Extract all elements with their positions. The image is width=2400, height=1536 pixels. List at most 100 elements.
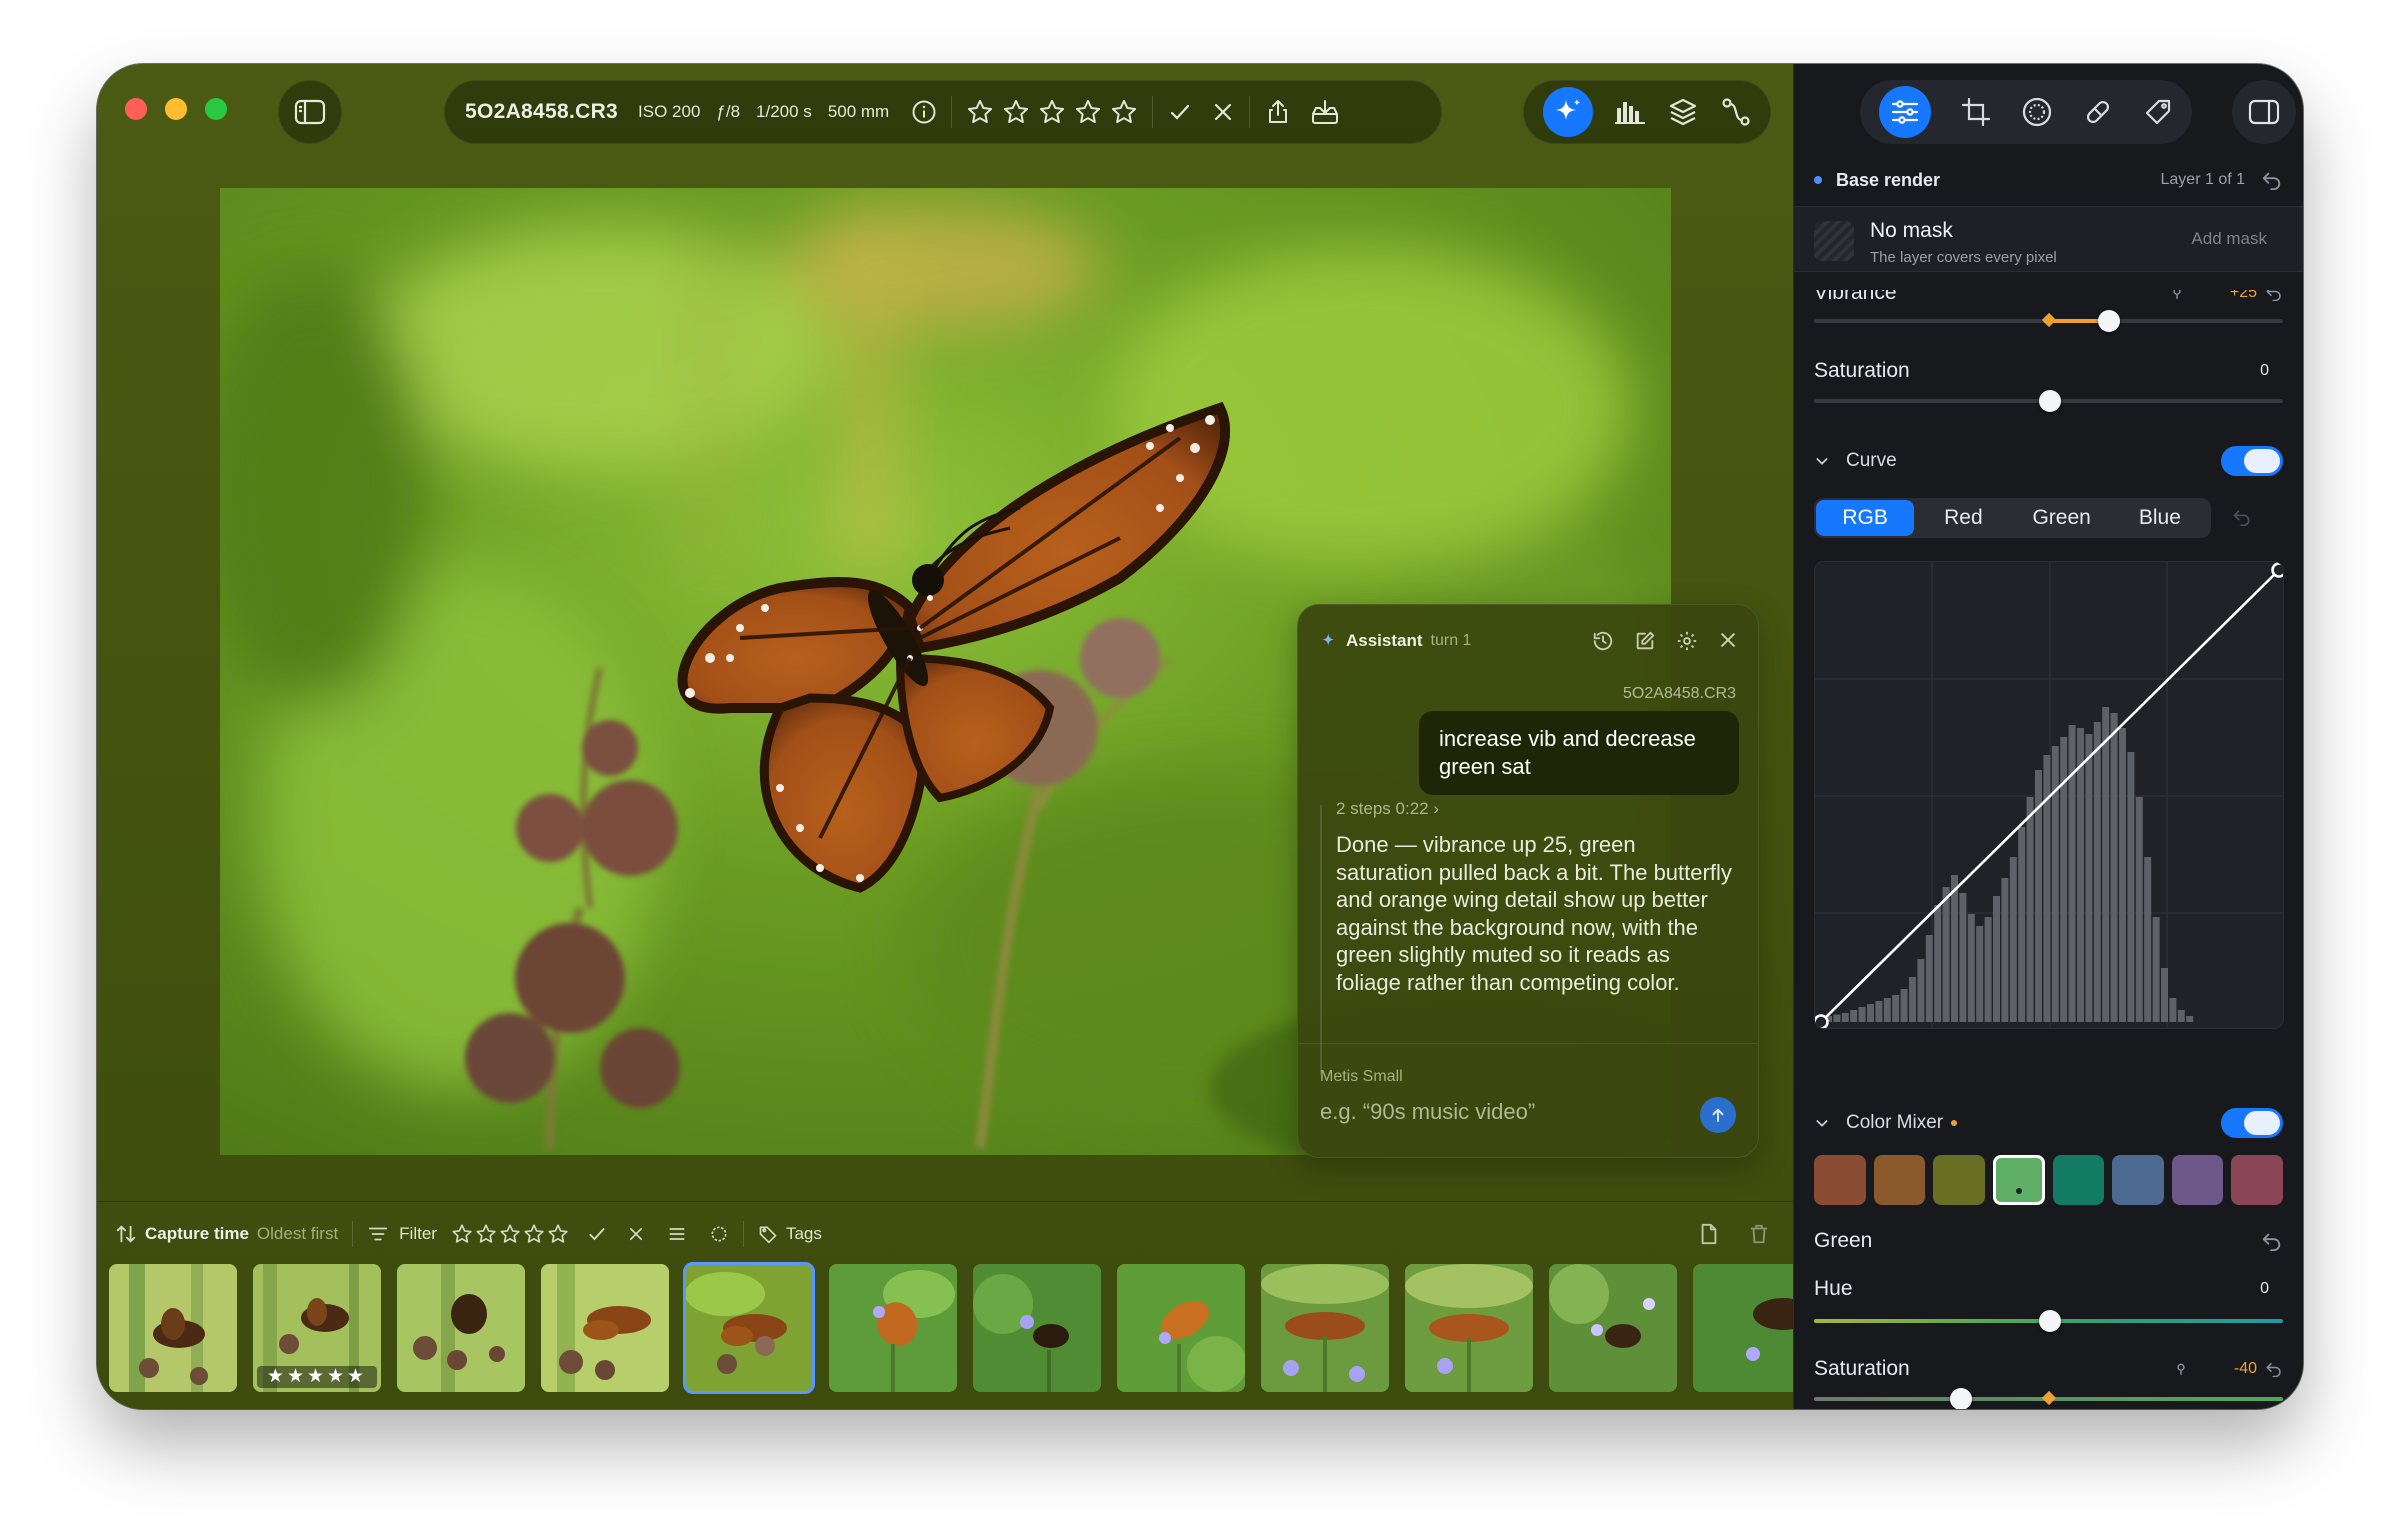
model-selector[interactable]: Metis Small xyxy=(1320,1068,1403,1086)
reset-icon[interactable] xyxy=(2265,285,2283,301)
prompt-input[interactable]: e.g. “90s music video” xyxy=(1320,1099,1535,1125)
filter-icon[interactable] xyxy=(367,1224,389,1244)
filmstrip-thumbnail[interactable] xyxy=(829,1264,957,1392)
filmstrip-thumbnail[interactable] xyxy=(1261,1264,1389,1392)
adjustments-tool-button[interactable] xyxy=(1879,86,1931,138)
share-icon[interactable] xyxy=(1264,98,1292,126)
star-icon[interactable] xyxy=(1002,98,1030,126)
star-icon[interactable] xyxy=(499,1223,521,1245)
sort-field[interactable]: Capture time xyxy=(145,1224,249,1244)
filmstrip-thumbnail[interactable] xyxy=(109,1264,237,1392)
pick-check-icon[interactable] xyxy=(587,1224,607,1244)
crop-icon[interactable] xyxy=(1961,97,1991,127)
filmstrip-thumbnail[interactable] xyxy=(397,1264,525,1392)
tag-icon[interactable] xyxy=(758,1224,778,1244)
star-icon[interactable] xyxy=(475,1223,497,1245)
reject-x-icon[interactable] xyxy=(627,1225,645,1243)
hue-value[interactable]: 0 xyxy=(2260,1280,2269,1298)
toggle-inspector-button[interactable] xyxy=(2232,80,2296,144)
vibrance-value[interactable]: +25 xyxy=(2230,290,2257,302)
slider-knob[interactable] xyxy=(2039,390,2061,412)
star-icon[interactable] xyxy=(1110,98,1138,126)
color-swatch-selected[interactable] xyxy=(1992,1155,2045,1205)
filmstrip-thumbnail[interactable] xyxy=(541,1264,669,1392)
color-mixer-toggle[interactable] xyxy=(2221,1108,2283,1138)
curve-point-black[interactable] xyxy=(1815,1014,1829,1029)
undo-icon[interactable] xyxy=(2261,170,2283,190)
filter-rating-stars[interactable] xyxy=(451,1223,569,1245)
gear-icon[interactable] xyxy=(1676,630,1698,652)
minimize-window-button[interactable] xyxy=(165,98,187,120)
layer-header[interactable]: Base render Layer 1 of 1 xyxy=(1814,164,2283,196)
zoom-window-button[interactable] xyxy=(205,98,227,120)
sort-order[interactable]: Oldest first xyxy=(257,1224,338,1244)
star-icon[interactable] xyxy=(451,1223,473,1245)
color-label-icon[interactable] xyxy=(709,1224,729,1244)
reject-x-icon[interactable] xyxy=(1211,100,1235,124)
tag-icon[interactable] xyxy=(2143,97,2173,127)
curve-toggle[interactable] xyxy=(2221,446,2283,476)
list-filter-icon[interactable] xyxy=(667,1224,687,1244)
add-mask-button[interactable]: Add mask xyxy=(2191,229,2267,249)
node-path-icon[interactable] xyxy=(1720,96,1752,128)
rating-stars[interactable] xyxy=(966,98,1138,126)
mixer-saturation-value[interactable]: -40 xyxy=(2234,1360,2257,1378)
filter-label[interactable]: Filter xyxy=(399,1224,437,1244)
channel-tab-blue[interactable]: Blue xyxy=(2111,500,2209,536)
mixer-saturation-slider[interactable] xyxy=(1814,1388,2283,1409)
color-swatch[interactable] xyxy=(2171,1155,2224,1205)
color-swatch[interactable] xyxy=(2052,1155,2105,1205)
trash-icon[interactable] xyxy=(1749,1223,1769,1245)
channel-tab-red[interactable]: Red xyxy=(1914,500,2012,536)
star-icon[interactable] xyxy=(1074,98,1102,126)
slider-knob[interactable] xyxy=(2098,310,2120,332)
color-swatch[interactable] xyxy=(1933,1155,1985,1205)
document-icon[interactable] xyxy=(1699,1223,1719,1245)
history-icon[interactable] xyxy=(1592,630,1614,652)
color-mixer-section-header[interactable]: Color Mixer xyxy=(1814,1106,2283,1140)
filmstrip-thumbnail[interactable]: ★★★★★ xyxy=(253,1264,381,1392)
info-icon[interactable] xyxy=(911,99,937,125)
filmstrip-thumbnail[interactable] xyxy=(1549,1264,1677,1392)
color-swatch[interactable] xyxy=(2112,1155,2164,1205)
pin-icon[interactable] xyxy=(2170,286,2184,300)
color-swatch[interactable] xyxy=(1814,1155,1866,1205)
color-swatch[interactable] xyxy=(2231,1155,2283,1205)
saturation-slider[interactable] xyxy=(1814,390,2283,412)
curve-reset-icon[interactable] xyxy=(2232,508,2252,526)
slider-knob[interactable] xyxy=(1950,1388,1972,1409)
export-icon[interactable] xyxy=(1310,98,1340,126)
pick-check-icon[interactable] xyxy=(1167,99,1193,125)
curve-section-header[interactable]: Curve xyxy=(1814,444,2283,478)
layers-icon[interactable] xyxy=(1667,96,1699,128)
new-chat-icon[interactable] xyxy=(1634,630,1656,652)
filmstrip-thumbnail-selected[interactable] xyxy=(683,1262,815,1394)
pin-icon[interactable] xyxy=(2174,1362,2188,1376)
filmstrip-thumbnail[interactable] xyxy=(1405,1264,1533,1392)
vibrance-slider[interactable] xyxy=(1814,310,2283,332)
tone-curve-editor[interactable] xyxy=(1814,561,2284,1029)
hue-slider[interactable] xyxy=(1814,1310,2283,1332)
channel-tab-rgb[interactable]: RGB xyxy=(1816,500,1915,536)
filmstrip-thumbnail[interactable] xyxy=(973,1264,1101,1392)
color-swatch[interactable] xyxy=(1873,1155,1926,1205)
assistant-mode-button[interactable] xyxy=(1542,87,1593,137)
mask-row[interactable]: No mask The layer covers every pixel Add… xyxy=(1794,206,2303,272)
filmstrip-thumbnail[interactable] xyxy=(1117,1264,1245,1392)
reset-icon[interactable] xyxy=(2261,1231,2283,1251)
saturation-value[interactable]: 0 xyxy=(2260,362,2269,380)
vignette-icon[interactable] xyxy=(2021,96,2053,128)
star-icon[interactable] xyxy=(523,1223,545,1245)
send-button[interactable] xyxy=(1700,1097,1736,1133)
slider-knob[interactable] xyxy=(2039,1310,2061,1332)
star-icon[interactable] xyxy=(547,1223,569,1245)
sort-icon[interactable] xyxy=(115,1223,137,1245)
tags-label[interactable]: Tags xyxy=(786,1224,822,1244)
healing-bandage-icon[interactable] xyxy=(2083,97,2113,127)
toggle-sidebar-button[interactable] xyxy=(278,80,342,144)
channel-tab-green[interactable]: Green xyxy=(2013,500,2111,536)
reset-icon[interactable] xyxy=(2265,1361,2283,1377)
histogram-icon[interactable] xyxy=(1614,98,1646,126)
curve-point-white[interactable] xyxy=(2271,562,2285,578)
close-icon[interactable] xyxy=(1718,630,1738,650)
